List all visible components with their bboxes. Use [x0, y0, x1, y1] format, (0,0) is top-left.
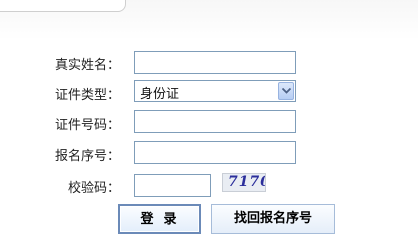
reg-no-label: 报名序号：	[54, 149, 120, 164]
captcha-image[interactable]: 7170	[222, 173, 266, 192]
id-number-label: 证件号码：	[54, 118, 120, 133]
top-tab: ■■■■	[0, 0, 126, 12]
id-type-select[interactable]: 身份证	[134, 80, 296, 102]
find-reg-no-button[interactable]: 找回报名序号	[211, 204, 335, 234]
captcha-label: 校验码：	[67, 181, 120, 196]
chevron-down-icon[interactable]	[278, 82, 294, 100]
captcha-input[interactable]	[134, 174, 211, 197]
id-type-selected-value: 身份证	[140, 87, 180, 102]
captcha-text: 7170	[228, 174, 265, 190]
id-type-label: 证件类型：	[54, 88, 120, 103]
login-button[interactable]: 登录	[118, 204, 201, 234]
name-input[interactable]	[134, 51, 296, 74]
reg-no-input[interactable]	[134, 141, 296, 164]
id-number-input[interactable]	[134, 110, 296, 133]
name-label: 真实姓名：	[54, 58, 120, 73]
